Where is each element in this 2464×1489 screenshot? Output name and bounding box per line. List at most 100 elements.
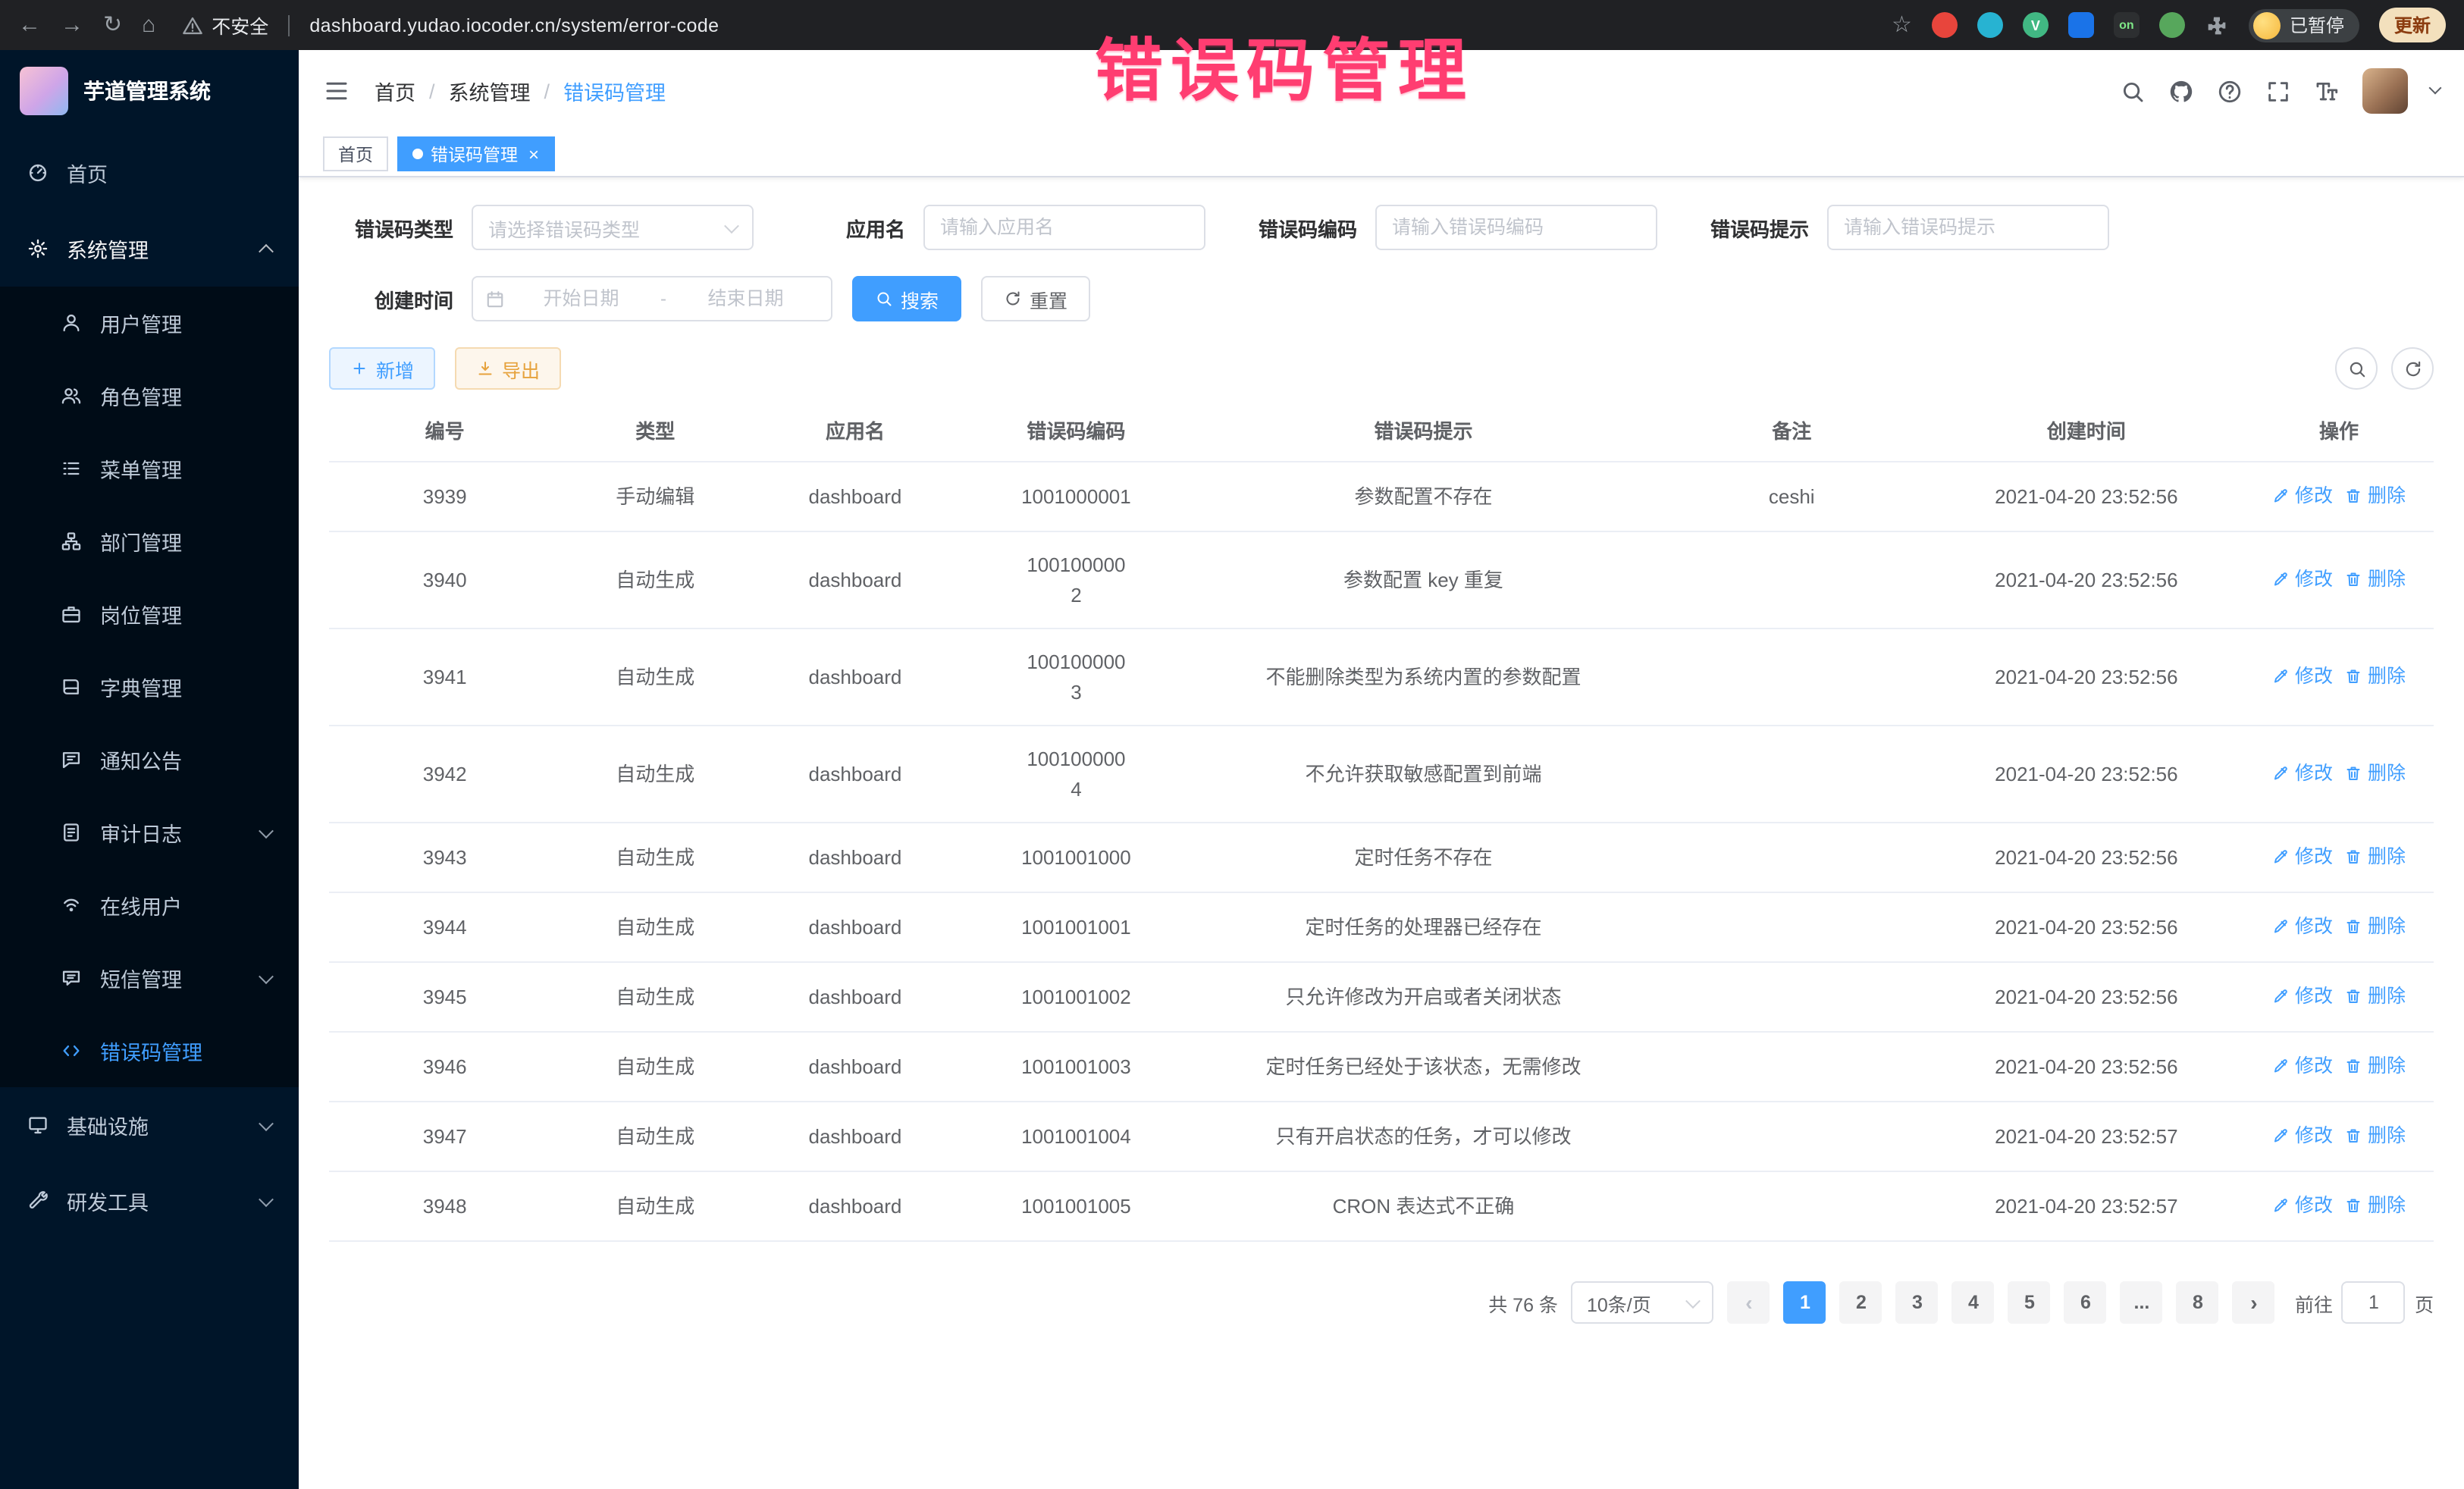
hamburger-icon[interactable] bbox=[323, 77, 350, 105]
sidebar-item[interactable]: 通知公告 bbox=[0, 723, 299, 796]
caret-down-icon[interactable] bbox=[2429, 82, 2442, 95]
tab-item[interactable]: 首页 bbox=[323, 136, 388, 171]
delete-link[interactable]: 删除 bbox=[2345, 1050, 2406, 1080]
close-icon[interactable]: × bbox=[528, 145, 539, 163]
end-date-input[interactable] bbox=[672, 288, 819, 309]
edit-link[interactable]: 修改 bbox=[2272, 1120, 2333, 1150]
sidebar-item[interactable]: 菜单管理 bbox=[0, 432, 299, 505]
error-hint-input[interactable] bbox=[1827, 205, 2109, 250]
extension-icon-green[interactable] bbox=[2159, 12, 2185, 38]
security-indicator[interactable]: 不安全 bbox=[181, 11, 268, 39]
page-button-1[interactable]: 1 bbox=[1784, 1281, 1826, 1324]
url-text[interactable]: dashboard.yudao.iocoder.cn/system/error-… bbox=[309, 14, 719, 36]
app-logo[interactable]: 芋道管理系统 bbox=[0, 50, 299, 132]
column-header[interactable]: 操作 bbox=[2244, 416, 2434, 447]
edit-link[interactable]: 修改 bbox=[2272, 980, 2333, 1011]
page-button-8[interactable]: 8 bbox=[2177, 1281, 2219, 1324]
cell-hint: 参数配置不存在 bbox=[1192, 481, 1655, 512]
edit-link[interactable]: 修改 bbox=[2272, 1190, 2333, 1220]
pager-ellipsis[interactable]: ... bbox=[2121, 1281, 2163, 1324]
sidebar-item[interactable]: 岗位管理 bbox=[0, 578, 299, 650]
refresh-table-button[interactable] bbox=[2391, 347, 2434, 390]
column-header[interactable]: 编号 bbox=[329, 416, 560, 447]
sidebar-item[interactable]: 角色管理 bbox=[0, 359, 299, 432]
help-icon[interactable] bbox=[2217, 78, 2243, 104]
delete-link[interactable]: 删除 bbox=[2345, 1120, 2406, 1150]
extension-icon-green-v[interactable]: V bbox=[2023, 12, 2049, 38]
page-button-3[interactable]: 3 bbox=[1896, 1281, 1939, 1324]
delete-link[interactable]: 删除 bbox=[2345, 757, 2406, 788]
export-button[interactable]: 导出 bbox=[455, 347, 561, 390]
page-button-4[interactable]: 4 bbox=[1952, 1281, 1995, 1324]
sidebar-item[interactable]: 短信管理 bbox=[0, 942, 299, 1014]
profile-paused-badge[interactable]: 已暂停 bbox=[2249, 8, 2359, 42]
edit-link[interactable]: 修改 bbox=[2272, 563, 2333, 594]
edit-link[interactable]: 修改 bbox=[2272, 1050, 2333, 1080]
sidebar-item[interactable]: 字典管理 bbox=[0, 650, 299, 723]
delete-link[interactable]: 删除 bbox=[2345, 841, 2406, 871]
start-date-input[interactable] bbox=[508, 288, 654, 309]
sidebar-item[interactable]: 首页 bbox=[0, 135, 299, 211]
error-code-input[interactable] bbox=[1375, 205, 1657, 250]
edit-link[interactable]: 修改 bbox=[2272, 660, 2333, 691]
delete-link[interactable]: 删除 bbox=[2345, 563, 2406, 594]
sidebar-item[interactable]: 错误码管理 bbox=[0, 1014, 299, 1087]
sidebar-item[interactable]: 在线用户 bbox=[0, 869, 299, 942]
column-header[interactable]: 应用名 bbox=[750, 416, 961, 447]
search-icon[interactable] bbox=[2120, 78, 2146, 104]
edit-link[interactable]: 修改 bbox=[2272, 911, 2333, 941]
user-avatar[interactable] bbox=[2362, 68, 2408, 114]
browser-update-button[interactable]: 更新 bbox=[2379, 8, 2446, 42]
error-type-select[interactable]: 请选择错误码类型 bbox=[472, 205, 754, 250]
column-header[interactable]: 创建时间 bbox=[1929, 416, 2244, 447]
extension-icon-teal[interactable] bbox=[1977, 12, 2003, 38]
tab-active[interactable]: 错误码管理× bbox=[397, 136, 554, 171]
breadcrumb-item[interactable]: 错误码管理 bbox=[563, 76, 666, 106]
github-icon[interactable] bbox=[2168, 78, 2194, 104]
back-icon[interactable]: ← bbox=[18, 14, 41, 36]
delete-link[interactable]: 删除 bbox=[2345, 911, 2406, 941]
fullscreen-icon[interactable] bbox=[2265, 78, 2291, 104]
delete-link[interactable]: 删除 bbox=[2345, 980, 2406, 1011]
forward-icon[interactable]: → bbox=[61, 14, 83, 36]
sidebar-item[interactable]: 基础设施 bbox=[0, 1087, 299, 1163]
delete-link[interactable]: 删除 bbox=[2345, 1190, 2406, 1220]
breadcrumb-item[interactable]: 系统管理 bbox=[449, 76, 531, 106]
page-size-select[interactable]: 10条/页 bbox=[1572, 1281, 1714, 1324]
extensions-puzzle-icon[interactable] bbox=[2205, 13, 2229, 37]
breadcrumb-item[interactable]: 首页 bbox=[375, 76, 415, 106]
toggle-search-button[interactable] bbox=[2335, 347, 2378, 390]
page-button-5[interactable]: 5 bbox=[2008, 1281, 2051, 1324]
app-name-input[interactable] bbox=[923, 205, 1205, 250]
column-header[interactable]: 备注 bbox=[1655, 416, 1929, 447]
home-icon[interactable]: ⌂ bbox=[142, 14, 155, 36]
page-button-6[interactable]: 6 bbox=[2064, 1281, 2107, 1324]
edit-link[interactable]: 修改 bbox=[2272, 480, 2333, 510]
sidebar-item[interactable]: 部门管理 bbox=[0, 505, 299, 578]
column-header[interactable]: 错误码编码 bbox=[961, 416, 1192, 447]
date-range-picker[interactable]: - bbox=[472, 276, 832, 321]
search-button[interactable]: 搜索 bbox=[852, 276, 961, 321]
page-button-2[interactable]: 2 bbox=[1840, 1281, 1882, 1324]
next-page-button[interactable]: › bbox=[2233, 1281, 2275, 1324]
column-header[interactable]: 类型 bbox=[560, 416, 750, 447]
reload-icon[interactable]: ↻ bbox=[103, 14, 122, 36]
delete-link[interactable]: 删除 bbox=[2345, 660, 2406, 691]
edit-link[interactable]: 修改 bbox=[2272, 757, 2333, 788]
extension-icon-dark-on[interactable]: on bbox=[2114, 12, 2140, 38]
delete-link[interactable]: 删除 bbox=[2345, 480, 2406, 510]
sidebar-item[interactable]: 系统管理 bbox=[0, 211, 299, 287]
edit-link[interactable]: 修改 bbox=[2272, 841, 2333, 871]
bookmark-star-icon[interactable]: ☆ bbox=[1892, 14, 1912, 36]
goto-page-input[interactable] bbox=[2342, 1281, 2406, 1324]
extension-icon-blue[interactable] bbox=[2068, 12, 2094, 38]
font-size-icon[interactable] bbox=[2314, 78, 2340, 104]
extension-icon-red[interactable] bbox=[1932, 12, 1958, 38]
sidebar-item[interactable]: 用户管理 bbox=[0, 287, 299, 359]
add-button[interactable]: 新增 bbox=[329, 347, 435, 390]
sidebar-item[interactable]: 研发工具 bbox=[0, 1163, 299, 1239]
sidebar-item[interactable]: 审计日志 bbox=[0, 796, 299, 869]
column-header[interactable]: 错误码提示 bbox=[1192, 416, 1655, 447]
prev-page-button[interactable]: ‹ bbox=[1728, 1281, 1770, 1324]
reset-button[interactable]: 重置 bbox=[981, 276, 1090, 321]
